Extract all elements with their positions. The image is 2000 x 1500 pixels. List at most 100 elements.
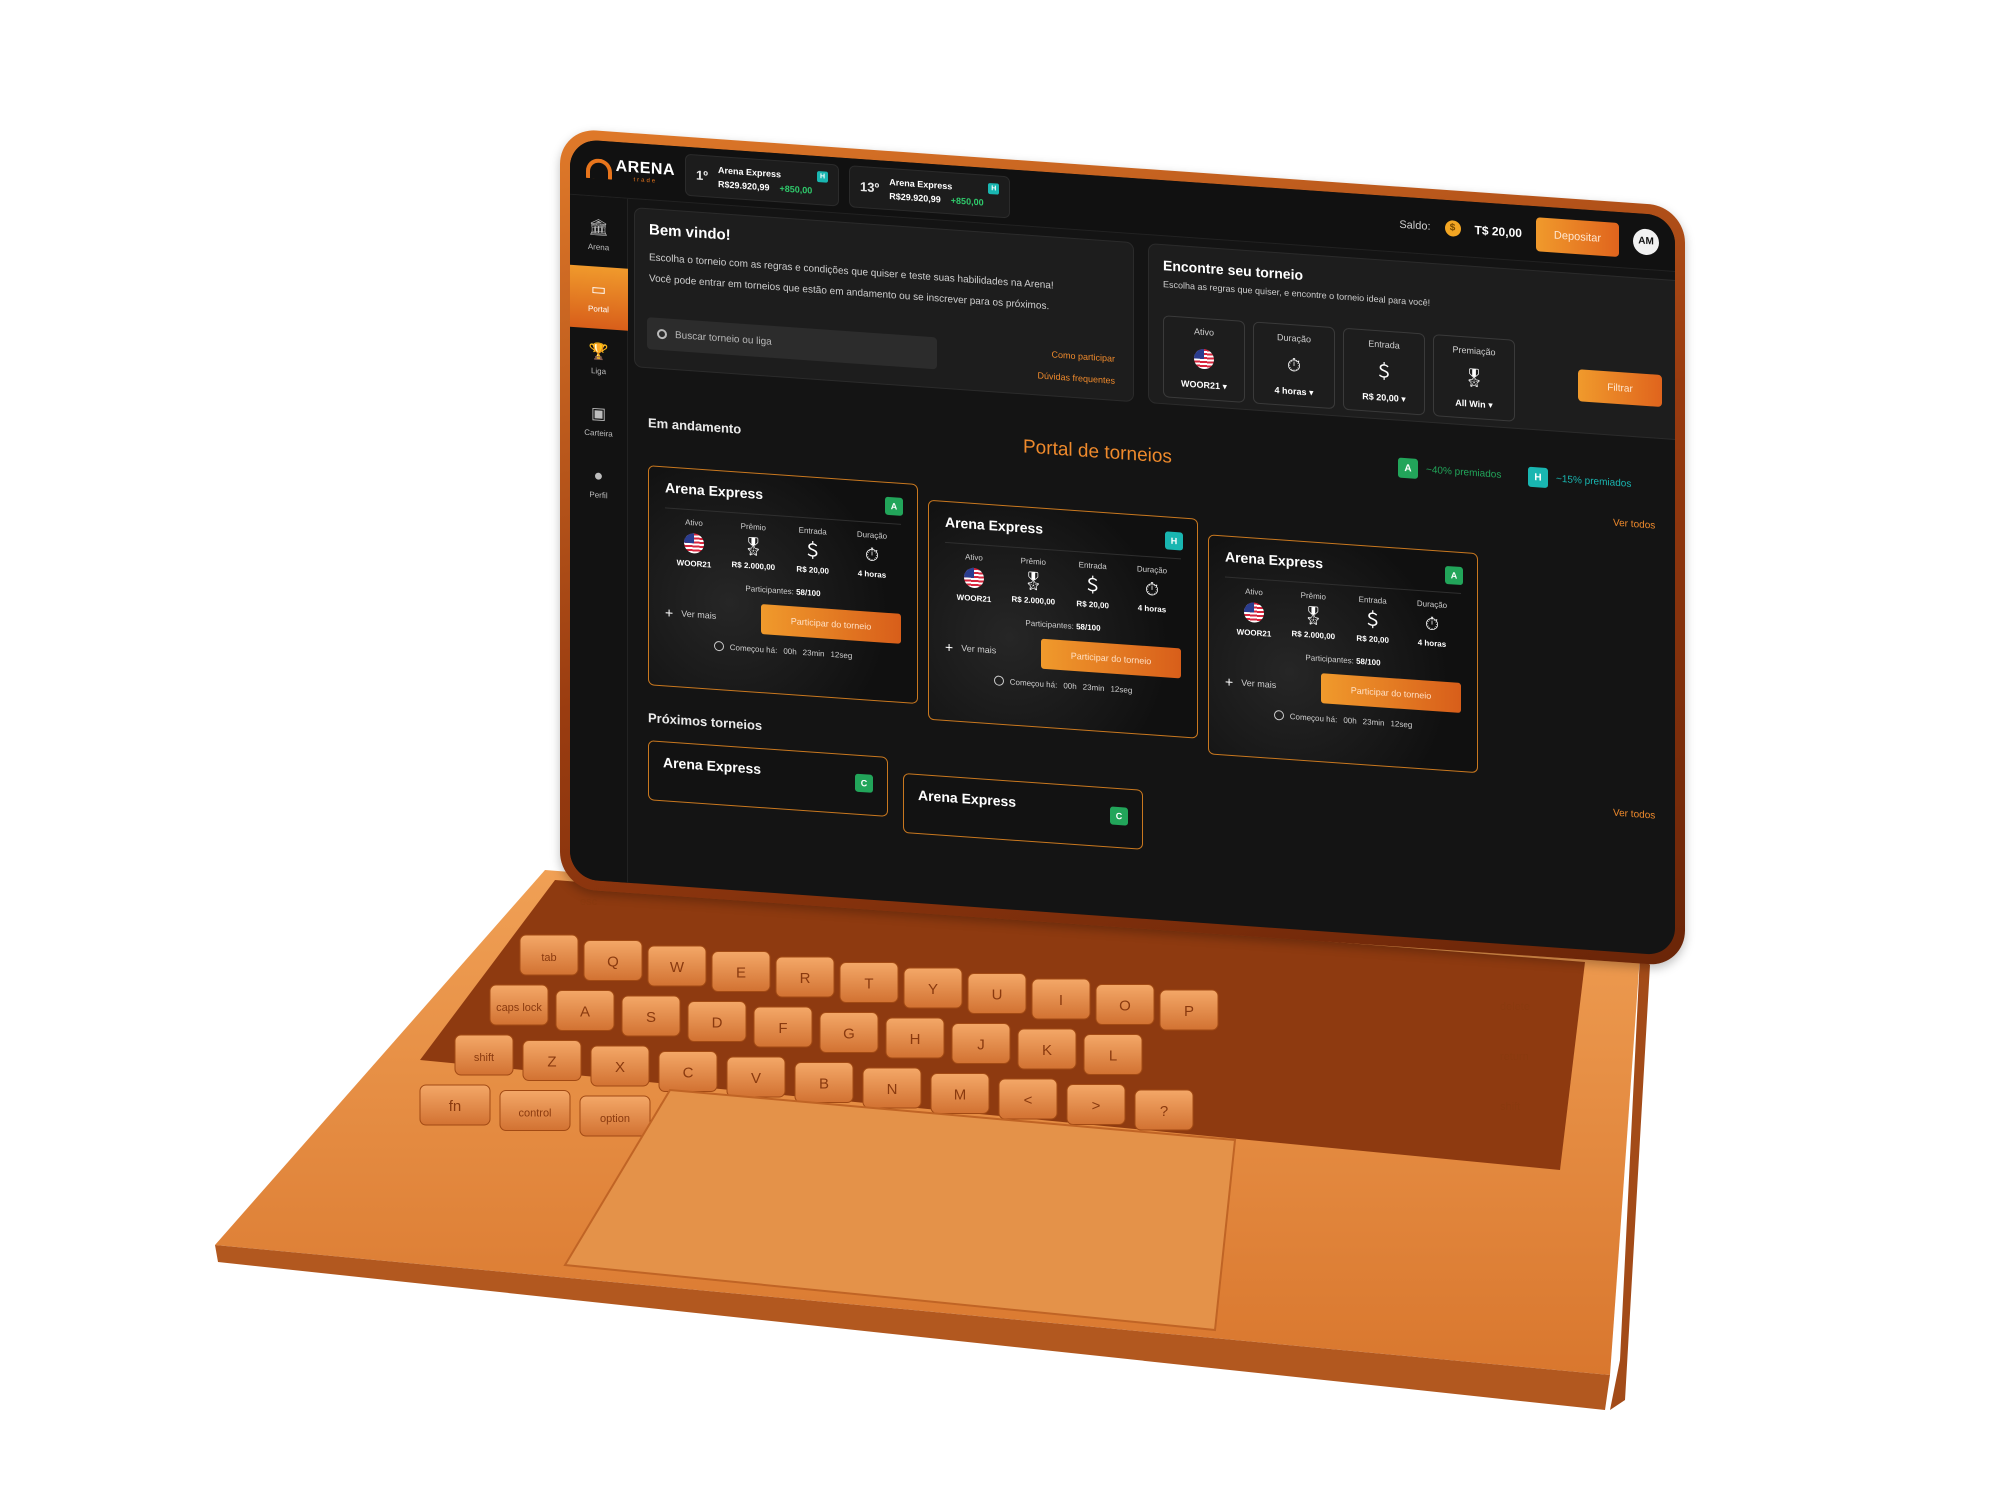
ranking-values: R$29.920,99 +850,00	[718, 179, 828, 197]
see-all-link[interactable]: Ver todos	[1613, 808, 1655, 822]
ranking-card[interactable]: 1º Arena Express H R$29.920,99 +850,00	[685, 153, 840, 207]
sidebar: 🏛 Arena ▭ Portal 🏆 Liga ▣ Carteira ● Per…	[570, 194, 628, 883]
tournament-card[interactable]: Arena Express H Ativo WOOR21 Prêmio 🎖 R$…	[928, 499, 1198, 739]
keyboard-key-label: I	[1059, 992, 1063, 1009]
stat-value: 4 horas	[1137, 603, 1167, 615]
participants-count: 58/100	[796, 587, 821, 599]
card-title: Arena Express	[945, 513, 1044, 537]
sidebar-item-carteira[interactable]: ▣ Carteira	[570, 389, 628, 455]
sidebar-item-perfil[interactable]: ● Perfil	[570, 451, 628, 517]
balance-value: T$ 20,00	[1474, 222, 1522, 240]
sidebar-item-arena[interactable]: 🏛 Arena	[570, 203, 628, 269]
tier-badge: A	[1398, 457, 1418, 479]
card-stats: Ativo WOOR21 Prêmio 🎖 R$ 2.000,00 Entrad…	[945, 551, 1181, 618]
stat-entrada: Entrada ＄ R$ 20,00	[1344, 594, 1402, 648]
chevron-down-icon: ▾	[1401, 393, 1406, 405]
keyboard-key-label: X	[615, 1059, 625, 1076]
join-tournament-button[interactable]: Participar do torneio	[761, 604, 901, 644]
medal-icon: 🎖	[741, 535, 765, 558]
us-flag-icon	[1244, 601, 1264, 624]
stat-label: Prêmio	[1300, 590, 1326, 602]
participants-label: Participantes:	[1305, 653, 1354, 666]
stat-ativo: Ativo WOOR21	[1225, 586, 1283, 640]
how-to-participate-link[interactable]: Como participar	[1037, 348, 1115, 363]
search-box[interactable]	[647, 317, 937, 370]
stat-label: Entrada	[798, 525, 827, 537]
stat-value: R$ 2.000,00	[731, 559, 776, 573]
timer-seconds: 12seg	[1110, 683, 1133, 695]
participants-count: 58/100	[1076, 622, 1101, 633]
keyboard-key-label: S	[646, 1009, 656, 1026]
tournament-card[interactable]: Arena Express A Ativo WOOR21 Prêmio 🎖 R$…	[1208, 534, 1478, 774]
sidebar-item-label: Perfil	[589, 489, 608, 500]
search-input[interactable]	[675, 329, 915, 358]
deposit-button[interactable]: Depositar	[1535, 216, 1619, 257]
avatar[interactable]: AM	[1633, 227, 1659, 256]
logo[interactable]: ARENA trade	[570, 154, 675, 185]
coin-icon: $	[1444, 219, 1461, 237]
ranking-card[interactable]: 13º Arena Express H R$29.920,99 +850,00	[849, 164, 1011, 218]
tier-badge: C	[855, 773, 873, 793]
tournament-card[interactable]: Arena Express A Ativo WOOR21 Prêmio 🎖 R$…	[648, 465, 918, 705]
filter-value-text: 4 horas	[1274, 384, 1307, 398]
logo-wordmark: ARENA trade	[616, 157, 675, 185]
filter-entrada[interactable]: Entrada ＄ R$ 20,00 ▾	[1343, 327, 1425, 416]
faq-link[interactable]: Dúvidas frequentes	[1037, 370, 1115, 385]
stat-label: Duração	[1416, 598, 1448, 611]
join-tournament-button[interactable]: Participar do torneio	[1321, 673, 1461, 714]
see-more-button[interactable]: + Ver mais	[1225, 674, 1276, 694]
keyboard-key-label: J	[977, 1037, 985, 1054]
stat-label: Duração	[856, 529, 888, 541]
sidebar-item-label: Liga	[590, 365, 607, 376]
stat-label: Prêmio	[1020, 556, 1046, 567]
tier-badge: H	[1528, 466, 1548, 489]
keyboard-key-label: V	[751, 1070, 761, 1087]
stopwatch-icon: ⏱	[1144, 578, 1159, 600]
filter-premiacao[interactable]: Premiação 🎖 All Win ▾	[1433, 334, 1515, 422]
keyboard-key-label: O	[1119, 998, 1131, 1015]
keyboard-key-label: A	[580, 1004, 590, 1021]
keyboard-key-label: control	[518, 1108, 551, 1120]
filter-label: Premiação	[1452, 344, 1496, 358]
legend-item: A ~40% premiados	[1398, 457, 1501, 485]
search-icon	[657, 328, 667, 340]
keyboard-key-label: fn	[449, 1098, 462, 1115]
stat-value: WOOR21	[956, 592, 992, 605]
ranking-title: Arena Express	[889, 176, 953, 191]
stat-value: R$ 2.000,00	[1011, 594, 1056, 607]
sidebar-item-portal[interactable]: ▭ Portal	[570, 264, 628, 331]
see-more-button[interactable]: + Ver mais	[665, 604, 716, 624]
plus-icon: +	[945, 638, 954, 656]
medal-icon: 🎖	[1021, 570, 1045, 592]
keyboard-key-label: D	[712, 1015, 723, 1032]
keyboard-key-label: P	[1184, 1003, 1194, 1020]
main-content: Bem vindo! Escolha o torneio com as regr…	[628, 199, 1675, 956]
ranking-position: 13º	[860, 178, 880, 196]
ranking-balance: R$29.920,99	[717, 179, 770, 193]
sidebar-item-liga[interactable]: 🏆 Liga	[570, 327, 628, 393]
us-flag-icon	[684, 532, 704, 555]
upcoming-tournament-card[interactable]: Arena Express C	[648, 740, 888, 817]
bank-icon: 🏛	[588, 218, 609, 237]
filter-value: 4 horas ▾	[1274, 385, 1313, 399]
see-more-button[interactable]: + Ver mais	[945, 639, 996, 659]
see-all-link[interactable]: Ver todos	[1613, 518, 1655, 532]
timer-seconds: 12seg	[830, 649, 853, 660]
filter-ativo[interactable]: Ativo WOOR21 ▾	[1163, 315, 1245, 403]
keyboard-key-label: C	[683, 1065, 694, 1082]
filter-label: Duração	[1276, 332, 1312, 345]
keyboard-key-label: H	[910, 1031, 921, 1048]
filter-button[interactable]: Filtrar	[1578, 369, 1662, 408]
keyboard-key-label: Y	[928, 981, 938, 998]
medal-icon: 🎖	[1462, 366, 1486, 389]
timer-hours: 00h	[1063, 680, 1077, 691]
timer-seconds: 12seg	[1390, 718, 1413, 730]
card-title: Arena Express	[918, 787, 1017, 810]
join-tournament-button[interactable]: Participar do torneio	[1041, 638, 1181, 679]
stat-label: Ativo	[965, 552, 983, 563]
filter-label: Entrada	[1368, 338, 1400, 351]
filter-duracao[interactable]: Duração ⏱ 4 horas ▾	[1253, 321, 1335, 410]
filter-value: WOOR21 ▾	[1181, 378, 1227, 392]
tier-badge: H	[1165, 531, 1183, 551]
upcoming-tournament-card[interactable]: Arena Express C	[903, 772, 1143, 850]
